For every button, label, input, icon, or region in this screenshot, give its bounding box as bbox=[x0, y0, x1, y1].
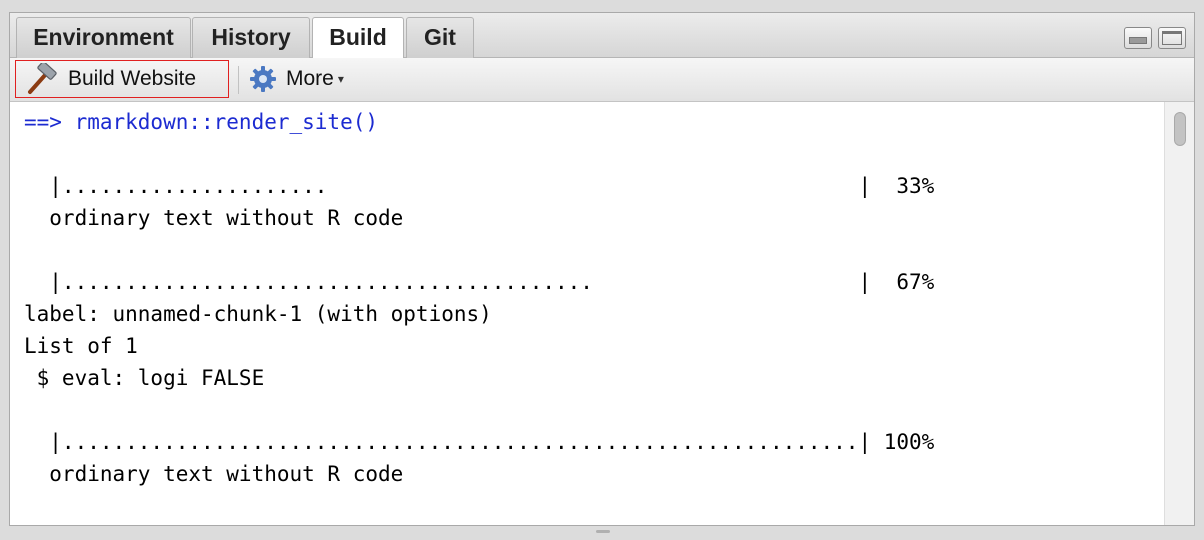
console-scrollbar[interactable] bbox=[1164, 102, 1194, 525]
console-line: label: unnamed-chunk-1 (with options) bbox=[24, 302, 492, 326]
hammer-icon bbox=[28, 63, 57, 94]
minimize-pane-button[interactable] bbox=[1124, 27, 1152, 49]
console-line: List of 1 bbox=[24, 334, 138, 358]
build-website-label: Build Website bbox=[68, 67, 197, 90]
tab-git[interactable]: Git bbox=[406, 17, 474, 58]
gear-icon bbox=[250, 66, 276, 92]
scrollbar-thumb[interactable] bbox=[1174, 112, 1186, 146]
build-console-output[interactable]: ==> rmarkdown::render_site() |..........… bbox=[10, 102, 1166, 525]
tab-bar: Environment History Build Git bbox=[10, 13, 1194, 59]
console-line: ordinary text without R code bbox=[24, 206, 404, 230]
progress-line-33: |..................... | 33% bbox=[24, 174, 935, 198]
tab-environment[interactable]: Environment bbox=[16, 17, 191, 58]
toolbar-separator bbox=[238, 66, 239, 94]
chevron-down-icon: ▾ bbox=[337, 72, 344, 86]
progress-line-100: |.......................................… bbox=[24, 430, 935, 454]
console-line: ordinary text without R code bbox=[24, 462, 404, 486]
build-website-button[interactable]: Build Website bbox=[15, 60, 229, 98]
pane-resize-grip[interactable] bbox=[596, 530, 610, 533]
build-pane: Environment History Build Git Build Webs… bbox=[9, 12, 1195, 526]
maximize-pane-button[interactable] bbox=[1158, 27, 1186, 49]
tab-build[interactable]: Build bbox=[312, 17, 404, 59]
more-label: More bbox=[286, 67, 334, 90]
console-command-line: ==> rmarkdown::render_site() bbox=[24, 110, 379, 134]
more-menu-button[interactable]: More ▾ bbox=[248, 61, 344, 97]
progress-line-67: |.......................................… bbox=[24, 270, 935, 294]
console-line: $ eval: logi FALSE bbox=[24, 366, 265, 390]
build-toolbar: Build Website More ▾ bbox=[10, 58, 1194, 102]
tab-history[interactable]: History bbox=[192, 17, 310, 58]
